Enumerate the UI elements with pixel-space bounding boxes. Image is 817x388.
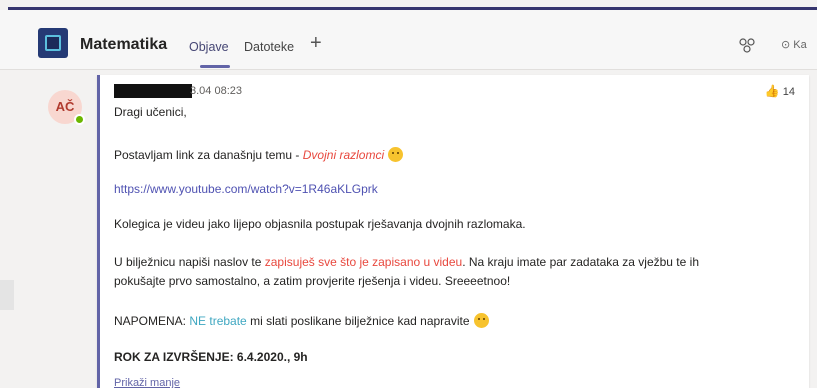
post-timestamp: 3.04 08:23 (190, 85, 242, 97)
post-line-explanation: Kolegica je videu jako lijepo objasnila … (114, 217, 526, 231)
redacted-author-name (114, 84, 192, 98)
note-prefix: NAPOMENA: (114, 314, 190, 328)
team-logo-icon (45, 35, 61, 51)
tab-datoteke[interactable]: Datoteke (244, 40, 294, 54)
post-line-instructions-2: pokušajte prvo samostalno, a zatim provj… (114, 274, 511, 288)
conversation-area: AČ 3.04 08:23 👍 14 Dragi učenici, Postav… (0, 70, 817, 388)
people-icon[interactable] (738, 38, 756, 54)
smile-icon (473, 313, 489, 328)
post-card: 3.04 08:23 👍 14 Dragi učenici, Postavlja… (97, 75, 809, 388)
post-line-topic: Postavljam link za današnju temu - Dvojn… (114, 147, 404, 162)
show-less-link[interactable]: Prikaži manje (114, 377, 180, 388)
instructions-highlight: zapisuješ sve što je zapisano u videu (264, 255, 463, 269)
smiley-icon (388, 147, 404, 162)
add-tab-button[interactable]: + (310, 32, 322, 55)
post-line-note: NAPOMENA: NE trebate mi slati poslikane … (114, 313, 489, 328)
thumbs-up-icon: 👍 (764, 84, 780, 98)
note-highlight: NE trebate (189, 314, 247, 328)
post-line-instructions: U bilježnicu napiši naslov te zapisuješ … (114, 255, 699, 269)
instructions-suffix: . Na kraju imate par zadataka za vježbu … (462, 255, 699, 269)
meet-button[interactable]: ⊙ Ka (781, 38, 807, 56)
channel-header: Matematika Objave Datoteke + ⊙ Ka (0, 10, 817, 70)
left-panel-edge (0, 280, 14, 310)
presence-status-icon (74, 114, 85, 125)
tab-objave[interactable]: Objave (189, 40, 229, 54)
team-name: Matematika (80, 36, 168, 53)
like-count: 14 (782, 86, 795, 98)
instructions-prefix: U bilježnicu napiši naslov te (114, 255, 265, 269)
team-logo[interactable] (38, 28, 68, 58)
post-deadline: ROK ZA IZVRŠENJE: 6.4.2020., 9h (114, 350, 308, 364)
active-tab-underline (200, 65, 230, 68)
video-link[interactable]: https://www.youtube.com/watch?v=1R46aKLG… (114, 182, 378, 196)
like-reaction[interactable]: 👍 14 (765, 84, 795, 98)
post-greeting: Dragi učenici, (114, 105, 187, 119)
topic-prefix: Postavljam link za današnju temu - (114, 148, 303, 162)
topic-name: Dvojni razlomci (302, 148, 385, 162)
note-suffix: mi slati poslikane bilježnice kad naprav… (246, 314, 470, 328)
